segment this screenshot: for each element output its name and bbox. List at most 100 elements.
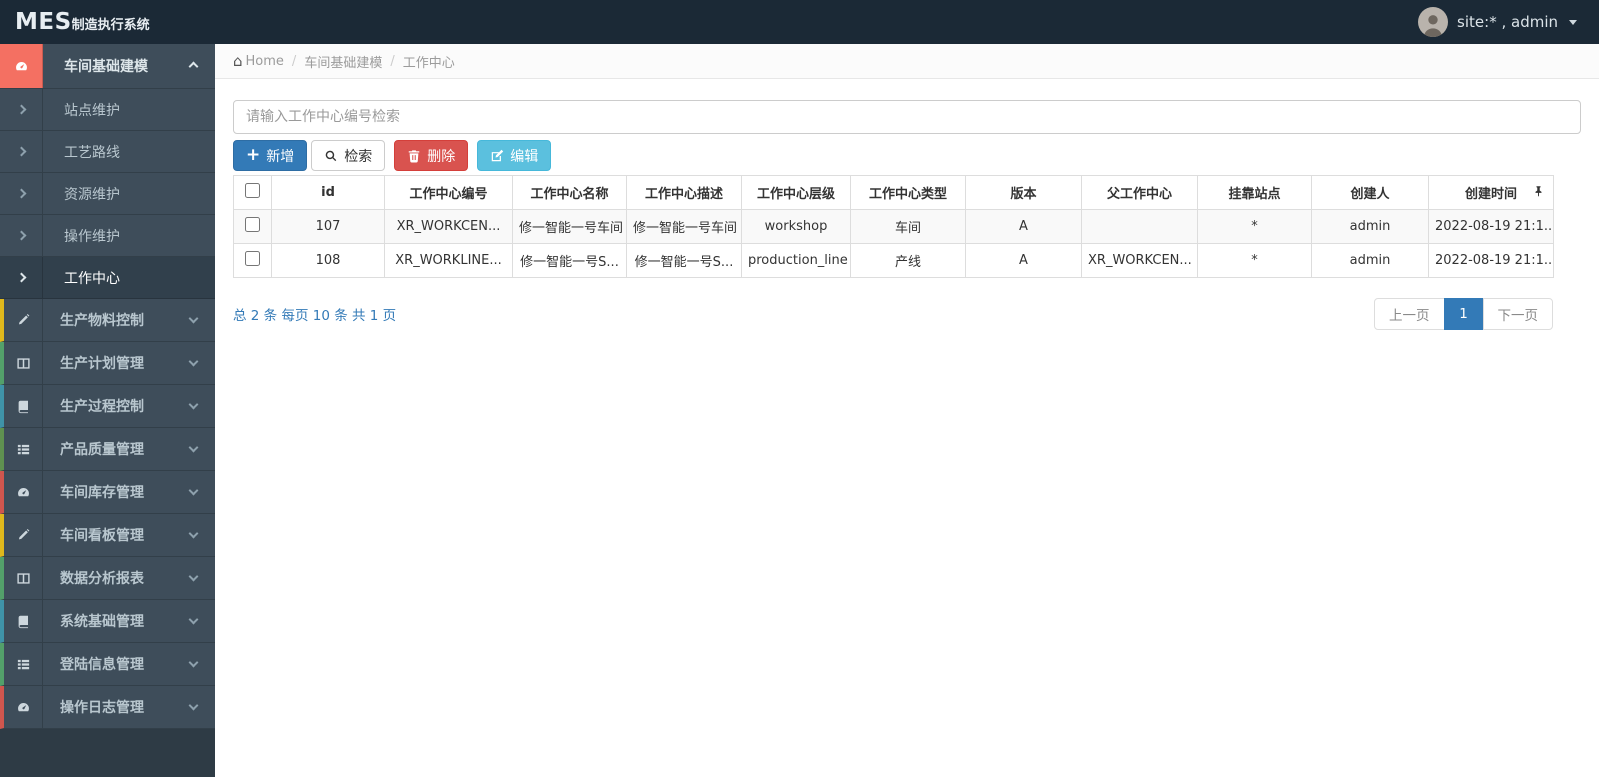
sidebar-group-workshop-modeling[interactable]: 车间基础建模 bbox=[0, 44, 215, 89]
book-icon bbox=[4, 600, 43, 642]
sidebar-group-label: 生产物料控制 bbox=[60, 313, 144, 329]
content-area: + 新增 检索 删除 编辑 bbox=[215, 79, 1599, 330]
next-page-button[interactable]: 下一页 bbox=[1482, 298, 1553, 330]
row-checkbox[interactable] bbox=[245, 251, 260, 266]
list-icon bbox=[4, 643, 43, 685]
edit-button-label: 编辑 bbox=[510, 148, 539, 165]
cell-version: A bbox=[965, 243, 1082, 278]
dashboard-icon bbox=[0, 44, 43, 88]
user-menu[interactable]: site:* , admin bbox=[1418, 7, 1599, 37]
work-center-table: id 工作中心编号 工作中心名称 工作中心描述 工作中心层级 工作中心类型 版本… bbox=[233, 175, 1554, 278]
edit-button[interactable]: 编辑 bbox=[477, 140, 552, 171]
sidebar-group-process-control[interactable]: 生产过程控制 bbox=[0, 385, 215, 428]
table-row[interactable]: 107 XR_WORKCEN... 修一智能一号车间 修一智能一号车间 work… bbox=[233, 209, 1554, 244]
sidebar-item-operation-maintenance[interactable]: 操作维护 bbox=[0, 215, 215, 257]
search-button[interactable]: 检索 bbox=[311, 140, 386, 171]
select-all-checkbox[interactable] bbox=[245, 183, 260, 198]
column-header-label: 创建时间 bbox=[1464, 187, 1517, 202]
toolbar: + 新增 检索 删除 编辑 bbox=[233, 140, 1581, 171]
cell-station: * bbox=[1197, 243, 1312, 278]
chevron-down-icon bbox=[1569, 19, 1577, 25]
cell-station: * bbox=[1197, 209, 1312, 244]
cell-creator: admin bbox=[1311, 209, 1429, 244]
cell-created-time: 2022-08-19 21:1... bbox=[1428, 209, 1554, 244]
breadcrumb-workshop-modeling[interactable]: 车间基础建模 bbox=[304, 52, 382, 71]
sidebar-group-label: 车间看板管理 bbox=[60, 528, 144, 544]
sidebar-group-label: 操作日志管理 bbox=[60, 700, 144, 716]
sidebar-item-process-route[interactable]: 工艺路线 bbox=[0, 131, 215, 173]
column-header-station[interactable]: 挂靠站点 bbox=[1197, 175, 1312, 210]
column-header-type[interactable]: 工作中心类型 bbox=[850, 175, 966, 210]
chevron-down-icon bbox=[188, 399, 199, 409]
sidebar-group-system-management[interactable]: 系统基础管理 bbox=[0, 600, 215, 643]
sidebar-group-plan-management[interactable]: 生产计划管理 bbox=[0, 342, 215, 385]
table-row[interactable]: 108 XR_WORKLINE... 修一智能一号S... 修一智能一号S...… bbox=[233, 243, 1554, 278]
app-logo-bold: MES bbox=[15, 9, 72, 35]
columns-icon bbox=[4, 342, 43, 384]
sidebar-group-kanban-management[interactable]: 车间看板管理 bbox=[0, 514, 215, 557]
cell-description: 修一智能一号车间 bbox=[626, 209, 742, 244]
sidebar-item-resource-maintenance[interactable]: 资源维护 bbox=[0, 173, 215, 215]
chevron-right-icon bbox=[0, 131, 43, 172]
pagination-summary: 总 2 条 每页 10 条 共 1 页 bbox=[233, 308, 397, 324]
cell-creator: admin bbox=[1311, 243, 1429, 278]
column-header-version[interactable]: 版本 bbox=[965, 175, 1082, 210]
cell-version: A bbox=[965, 209, 1082, 244]
sidebar-group-inventory-management[interactable]: 车间库存管理 bbox=[0, 471, 215, 514]
sidebar-item-site-maintenance[interactable]: 站点维护 bbox=[0, 89, 215, 131]
chevron-right-icon bbox=[0, 173, 43, 214]
sidebar-group-analytics-reports[interactable]: 数据分析报表 bbox=[0, 557, 215, 600]
cell-name: 修一智能一号车间 bbox=[512, 209, 627, 244]
cell-level: workshop bbox=[741, 209, 851, 244]
column-header-id[interactable]: id bbox=[271, 175, 385, 210]
sidebar-group-material-control[interactable]: 生产物料控制 bbox=[0, 299, 215, 342]
column-header-name[interactable]: 工作中心名称 bbox=[512, 175, 627, 210]
cell-parent bbox=[1081, 209, 1198, 244]
book-icon bbox=[4, 385, 43, 427]
cell-level: production_line bbox=[741, 243, 851, 278]
column-header-creator[interactable]: 创建人 bbox=[1311, 175, 1429, 210]
sidebar-item-label: 工作中心 bbox=[64, 270, 120, 287]
column-header-description[interactable]: 工作中心描述 bbox=[626, 175, 742, 210]
pencil-icon bbox=[4, 299, 43, 341]
pin-icon[interactable] bbox=[1532, 185, 1545, 202]
sidebar-group-label: 产品质量管理 bbox=[60, 442, 144, 458]
sidebar-item-label: 资源维护 bbox=[64, 186, 120, 203]
chevron-right-icon bbox=[0, 89, 43, 130]
app-logo-subtitle: 制造执行系统 bbox=[71, 18, 150, 33]
column-header-code[interactable]: 工作中心编号 bbox=[384, 175, 513, 210]
sidebar-group-quality-management[interactable]: 产品质量管理 bbox=[0, 428, 215, 471]
search-button-label: 检索 bbox=[344, 148, 373, 165]
breadcrumb-current: 工作中心 bbox=[402, 55, 455, 71]
chevron-down-icon bbox=[188, 313, 199, 323]
search-icon bbox=[324, 149, 338, 163]
row-select-cell bbox=[233, 209, 272, 244]
sidebar-group-operation-log-management[interactable]: 操作日志管理 bbox=[0, 686, 215, 729]
column-header-created-time[interactable]: 创建时间 bbox=[1428, 175, 1554, 210]
cell-created-time: 2022-08-19 21:1... bbox=[1428, 243, 1554, 278]
sidebar-group-login-info-management[interactable]: 登陆信息管理 bbox=[0, 643, 215, 686]
user-avatar bbox=[1418, 7, 1449, 37]
row-checkbox[interactable] bbox=[245, 217, 260, 232]
delete-button-label: 删除 bbox=[427, 148, 456, 165]
list-icon bbox=[4, 428, 43, 470]
add-button-label: 新增 bbox=[266, 148, 295, 165]
sidebar-item-label: 操作维护 bbox=[64, 228, 120, 245]
breadcrumb-home[interactable]: Home bbox=[246, 54, 284, 69]
cell-code: XR_WORKLINE... bbox=[384, 243, 513, 278]
chevron-down-icon bbox=[188, 700, 199, 710]
search-input[interactable] bbox=[233, 100, 1581, 134]
cell-type: 产线 bbox=[850, 243, 966, 278]
page-1-button[interactable]: 1 bbox=[1443, 298, 1484, 330]
column-header-parent[interactable]: 父工作中心 bbox=[1081, 175, 1198, 210]
delete-button[interactable]: 删除 bbox=[394, 140, 469, 171]
sidebar-item-work-center[interactable]: 工作中心 bbox=[0, 257, 215, 299]
column-header-level[interactable]: 工作中心层级 bbox=[741, 175, 851, 210]
table-footer: 总 2 条 每页 10 条 共 1 页 上一页 1 下一页 bbox=[233, 298, 1553, 330]
breadcrumb-separator: / bbox=[390, 53, 395, 69]
add-button[interactable]: + 新增 bbox=[233, 140, 308, 171]
pagination: 上一页 1 下一页 bbox=[1374, 298, 1553, 330]
cell-code: XR_WORKCEN... bbox=[384, 209, 513, 244]
prev-page-button[interactable]: 上一页 bbox=[1374, 298, 1445, 330]
chevron-down-icon bbox=[188, 571, 199, 581]
